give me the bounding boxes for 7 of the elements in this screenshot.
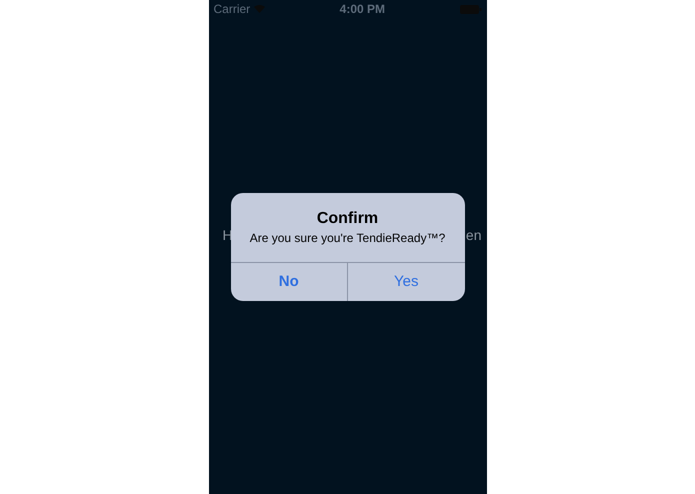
background-text: en bbox=[466, 226, 482, 245]
alert-title: Confirm bbox=[316, 210, 378, 228]
alert-button[interactable]: No bbox=[230, 263, 347, 301]
alert-message: Are you sure you're TendieReady™? bbox=[250, 231, 446, 246]
alert-button[interactable]: Yes bbox=[347, 263, 464, 301]
carrier-label: Carrier bbox=[214, 1, 250, 18]
status-time: 4:00 PM bbox=[340, 1, 386, 18]
